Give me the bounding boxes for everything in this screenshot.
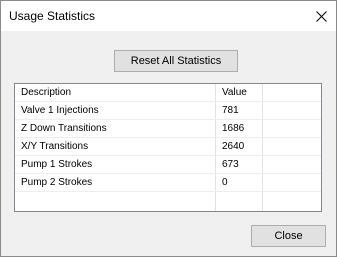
title-bar: Usage Statistics — [1, 1, 336, 31]
table-row[interactable]: Pump 2 Strokes 0 — [15, 174, 321, 192]
table-row[interactable]: Valve 1 Injections 781 — [15, 102, 321, 120]
table-row[interactable]: Z Down Transitions 1686 — [15, 120, 321, 138]
table-row[interactable]: Pump 1 Strokes 673 — [15, 156, 321, 174]
row-value: 1686 — [222, 123, 245, 134]
row-description: Pump 1 Strokes — [21, 159, 93, 170]
row-value: 781 — [222, 105, 239, 116]
header-value: Value — [222, 87, 247, 98]
usage-statistics-dialog: Usage Statistics Reset All Statistics De… — [0, 0, 337, 257]
row-value: 2640 — [222, 141, 245, 152]
reset-all-statistics-button[interactable]: Reset All Statistics — [114, 50, 238, 72]
close-x-glyph — [315, 10, 327, 22]
table-header: Description Value — [15, 84, 321, 102]
header-description: Description — [21, 87, 72, 98]
row-description: Z Down Transitions — [21, 123, 107, 134]
statistics-table: Description Value Valve 1 Injections 781… — [14, 83, 322, 212]
row-value: 0 — [222, 177, 228, 188]
row-description: Valve 1 Injections — [21, 105, 99, 116]
close-icon[interactable] — [306, 1, 336, 31]
row-value: 673 — [222, 159, 239, 170]
row-description: Pump 2 Strokes — [21, 177, 93, 188]
row-description: X/Y Transitions — [21, 141, 89, 152]
dialog-title: Usage Statistics — [9, 9, 96, 23]
close-button[interactable]: Close — [251, 225, 326, 247]
table-row[interactable]: X/Y Transitions 2640 — [15, 138, 321, 156]
